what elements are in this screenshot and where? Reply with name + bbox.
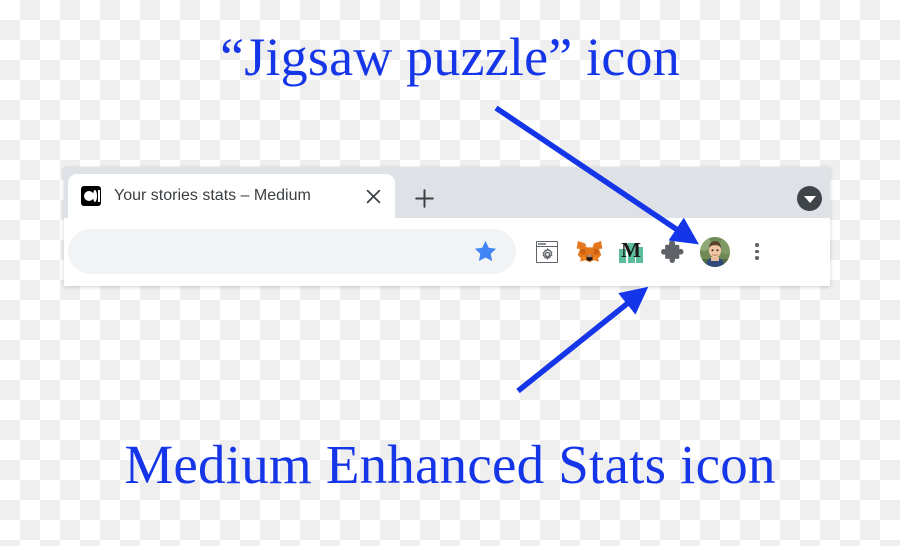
star-icon[interactable]: [472, 239, 498, 265]
tab-strip: Your stories stats – Medium: [64, 167, 830, 218]
close-icon[interactable]: [360, 183, 386, 209]
caret-down-icon: [803, 195, 816, 203]
medium-enhanced-stats-icon[interactable]: M: [616, 237, 646, 267]
arrow-to-medium-icon: [516, 286, 649, 394]
new-tab-button[interactable]: [409, 183, 439, 213]
three-dot-menu-icon[interactable]: [742, 237, 772, 267]
annotation-bottom-label: Medium Enhanced Stats icon: [124, 434, 776, 495]
medium-favicon-icon: [81, 186, 101, 206]
avatar[interactable]: [700, 236, 730, 267]
extensions-puzzle-icon[interactable]: [658, 237, 688, 267]
tab-list-dropdown-button[interactable]: [797, 186, 822, 211]
address-bar[interactable]: [68, 229, 516, 274]
browser-tab[interactable]: Your stories stats – Medium: [68, 174, 395, 218]
browser-toolbar: M: [64, 218, 830, 286]
tab-title: Your stories stats – Medium: [114, 187, 311, 204]
browser-window: Your stories stats – Medium M: [64, 167, 830, 286]
annotation-top-label: “Jigsaw puzzle” icon: [220, 27, 680, 87]
metamask-fox-icon[interactable]: [574, 237, 604, 267]
window-gear-extension-icon[interactable]: [532, 237, 562, 267]
toolbar-icon-group: M: [532, 229, 772, 274]
medium-m-letter: M: [621, 237, 641, 262]
